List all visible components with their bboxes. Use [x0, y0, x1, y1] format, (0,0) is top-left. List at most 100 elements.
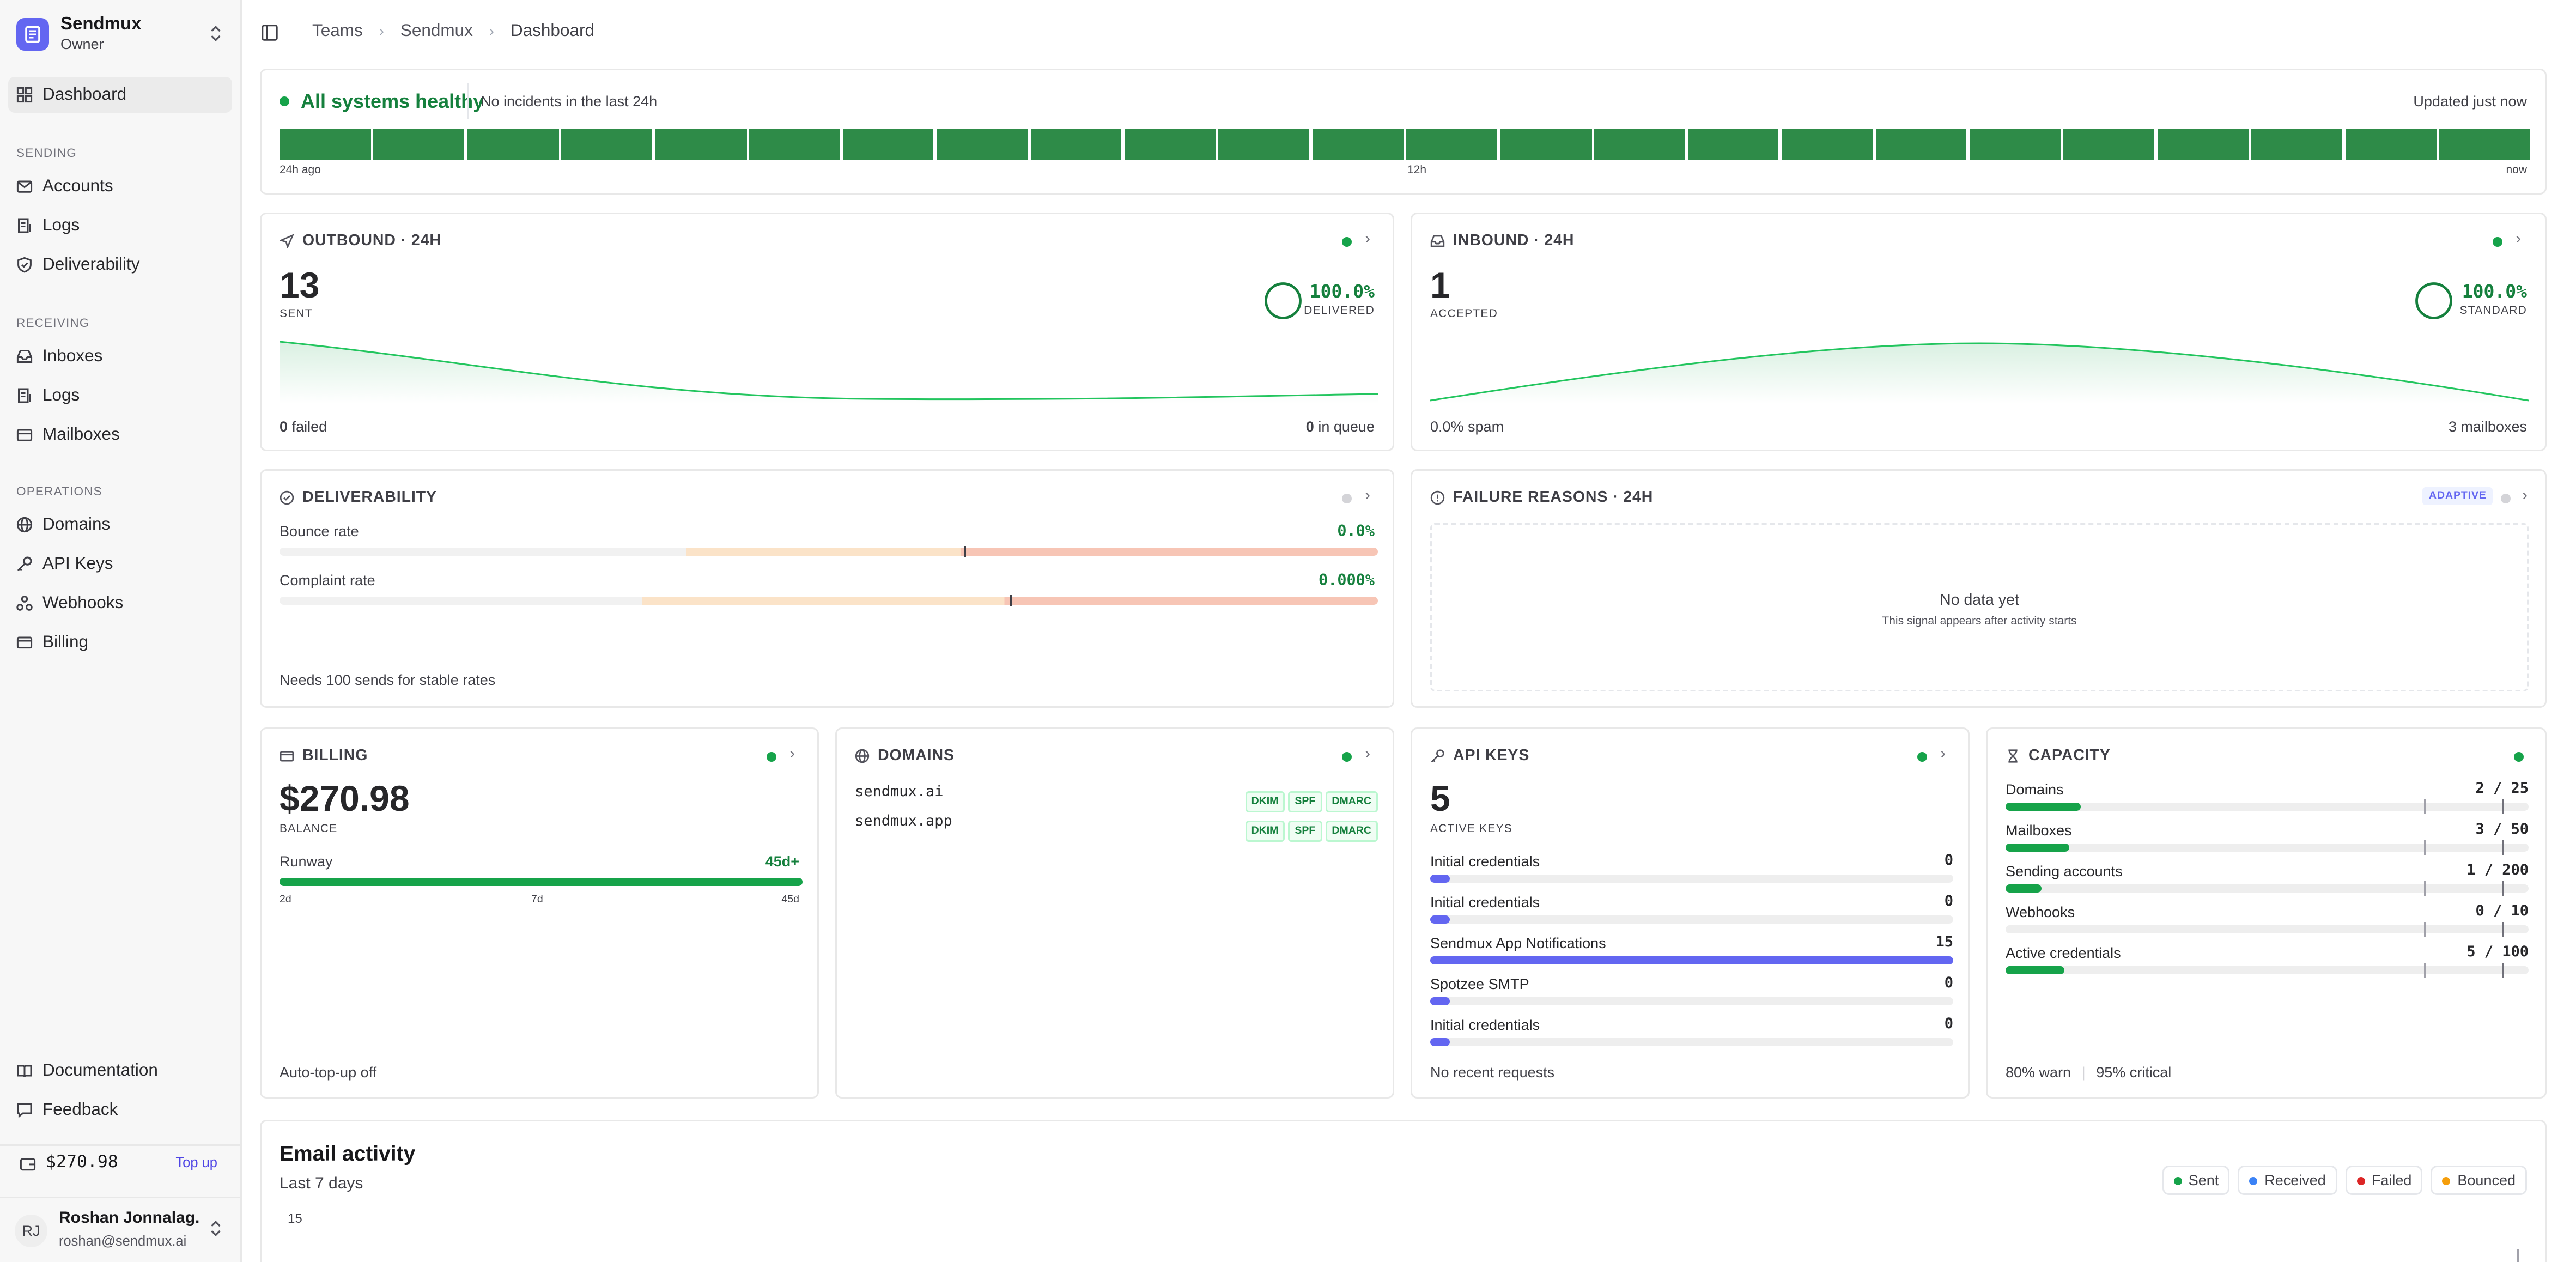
nav-dashboard[interactable]: Dashboard — [8, 77, 232, 113]
health-bar[interactable] — [1218, 129, 1310, 160]
spf-badge: SPF — [1288, 791, 1322, 812]
health-bar[interactable] — [655, 129, 746, 160]
legend-label: Received — [2264, 1172, 2326, 1188]
breadcrumb: Teams › Sendmux › Dashboard — [312, 21, 594, 41]
health-bar[interactable] — [2251, 129, 2343, 160]
deliverability-card[interactable]: DELIVERABILITY › Bounce rate 0.0% Compla… — [260, 469, 1394, 708]
nav-sending-deliverability[interactable]: Deliverability — [8, 247, 232, 283]
team-name: Sendmux — [60, 15, 142, 34]
legend-dot — [2173, 1176, 2182, 1185]
health-bar[interactable] — [467, 129, 559, 160]
health-bar[interactable] — [1312, 129, 1404, 160]
chevron-right-icon[interactable]: › — [2522, 487, 2528, 505]
domain-row[interactable]: sendmux.ai DKIM SPF DMARC — [855, 783, 1378, 812]
api-keys-count-label: ACTIVE KEYS — [1430, 824, 1512, 835]
health-bar[interactable] — [2345, 129, 2437, 160]
inbox-icon — [1430, 235, 1445, 247]
capacity-row: Webhooks 0 / 10 — [2006, 904, 2529, 937]
nav-sending-deliverability-label: Deliverability — [42, 255, 140, 275]
topup-link[interactable]: Top up — [175, 1154, 217, 1170]
health-bar[interactable] — [2063, 129, 2155, 160]
nav-domains[interactable]: Domains — [8, 507, 232, 543]
health-bar[interactable] — [1406, 129, 1498, 160]
outbound-card[interactable]: OUTBOUND · 24H › 13 SENT 100.0% DELIVERE… — [260, 213, 1394, 451]
nav-billing[interactable]: Billing — [8, 624, 232, 660]
inbound-accepted-count: 1 — [1430, 265, 1450, 306]
health-bar[interactable] — [280, 129, 371, 160]
email-activity-card: Email activity Last 7 days Sent Received F… — [260, 1120, 2547, 1262]
sidebar-toggle-icon[interactable] — [262, 25, 278, 41]
health-bar[interactable] — [2157, 129, 2249, 160]
health-bar[interactable] — [1782, 129, 1873, 160]
api-key-name: Sendmux App Notifications — [1430, 935, 1606, 951]
nav-webhooks[interactable]: Webhooks — [8, 585, 232, 621]
globe-icon — [855, 749, 870, 763]
api-key-row[interactable]: Initial credentials 0 — [1430, 853, 1953, 886]
breadcrumb-team[interactable]: Sendmux — [400, 21, 473, 41]
capacity-row: Active credentials 5 / 100 — [2006, 945, 2529, 978]
avatar[interactable]: RJ — [15, 1215, 47, 1247]
health-card: All systems healthy No incidents in the … — [260, 69, 2547, 195]
health-bar[interactable] — [937, 129, 1028, 160]
breadcrumb-teams[interactable]: Teams — [312, 21, 363, 41]
legend-failed[interactable]: Failed — [2345, 1166, 2423, 1195]
capacity-value: 5 / 100 — [2466, 945, 2529, 961]
nav-section-receiving: RECEIVING — [16, 316, 90, 330]
domain-row[interactable]: sendmux.app DKIM SPF DMARC — [855, 812, 1378, 842]
health-bar[interactable] — [842, 129, 934, 160]
health-bar[interactable] — [561, 129, 653, 160]
health-bar[interactable] — [1030, 129, 1122, 160]
nav-feedback[interactable]: Feedback — [8, 1092, 232, 1128]
health-bar[interactable] — [1594, 129, 1685, 160]
domains-card[interactable]: DOMAINS › sendmux.ai DKIM SPF DMARC sendmu… — [835, 727, 1394, 1099]
inbound-accepted-label: ACCEPTED — [1430, 309, 1498, 320]
nav-documentation[interactable]: Documentation — [8, 1053, 232, 1089]
webhook-icon — [16, 596, 33, 611]
capacity-thresholds: 80% warn | 95% critical — [2006, 1064, 2171, 1081]
capacity-row: Domains 2 / 25 — [2006, 781, 2529, 814]
chevron-right-icon[interactable]: › — [789, 745, 795, 763]
activity-y-top: 15 — [288, 1211, 302, 1226]
capacity-card[interactable]: CAPACITY Domains 2 / 25 Mailboxes 3 / 50 Sen… — [1986, 727, 2547, 1099]
nav-api-keys[interactable]: API Keys — [8, 546, 232, 582]
capacity-bar — [2006, 922, 2529, 937]
nav-receiving-mailboxes[interactable]: Mailboxes — [8, 417, 232, 453]
legend-sent[interactable]: Sent — [2162, 1166, 2231, 1195]
api-keys-card[interactable]: API KEYS › 5 ACTIVE KEYS Initial credent… — [1411, 727, 1970, 1099]
billing-card[interactable]: BILLING › $270.98 BALANCE Runway 45d+ 2d… — [260, 727, 819, 1099]
api-key-row[interactable]: Spotzee SMTP 0 — [1430, 976, 1953, 1009]
nav-sending-accounts[interactable]: Accounts — [8, 168, 232, 204]
chevron-right-icon[interactable]: › — [1365, 745, 1370, 763]
health-bar[interactable] — [1687, 129, 1779, 160]
outbound-status-dot — [1342, 237, 1352, 247]
api-key-row[interactable]: Initial credentials 0 — [1430, 1017, 1953, 1049]
inbound-card[interactable]: INBOUND · 24H › 1 ACCEPTED 100.0% STANDA… — [1411, 213, 2547, 451]
chevron-right-icon[interactable]: › — [1365, 487, 1370, 505]
api-key-row[interactable]: Sendmux App Notifications 15 — [1430, 935, 1953, 968]
health-bar[interactable] — [749, 129, 841, 160]
health-bar[interactable] — [1875, 129, 1967, 160]
api-key-bar-fill — [1430, 997, 1450, 1005]
chevron-right-icon[interactable]: › — [1940, 745, 1946, 763]
legend-received[interactable]: Received — [2238, 1166, 2337, 1195]
outbound-queue-count: 0 — [1305, 418, 1314, 435]
nav-sending-logs[interactable]: Logs — [8, 208, 232, 244]
legend-bounced[interactable]: Bounced — [2431, 1166, 2527, 1195]
health-bar[interactable] — [1969, 129, 2061, 160]
health-bar[interactable] — [2439, 129, 2530, 160]
divider: | — [2081, 1064, 2086, 1081]
chevron-right-icon[interactable]: › — [2516, 230, 2521, 248]
api-key-row[interactable]: Initial credentials 0 — [1430, 894, 1953, 927]
health-bar[interactable] — [1124, 129, 1216, 160]
health-axis-right: now — [2506, 165, 2527, 177]
nav-receiving-logs[interactable]: Logs — [8, 378, 232, 414]
chevron-up-down-icon[interactable] — [209, 1219, 222, 1237]
health-bar[interactable] — [373, 129, 465, 160]
team-switcher[interactable]: Sendmux Owner — [13, 11, 229, 57]
outbound-delivered-label: DELIVERED — [1304, 306, 1375, 317]
failure-reasons-card[interactable]: FAILURE REASONS · 24H ADAPTIVE › No data… — [1411, 469, 2547, 708]
health-bar[interactable] — [1500, 129, 1591, 160]
chevron-right-icon[interactable]: › — [1365, 230, 1370, 248]
nav-receiving-inboxes[interactable]: Inboxes — [8, 338, 232, 374]
capacity-value: 2 / 25 — [2475, 781, 2529, 798]
